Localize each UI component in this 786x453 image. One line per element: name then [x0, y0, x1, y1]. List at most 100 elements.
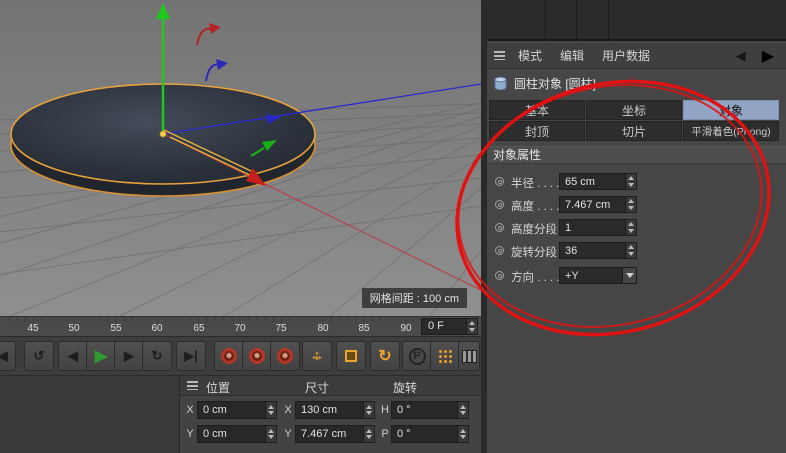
tab-coordinates[interactable]: 坐标 [586, 100, 682, 120]
field-label: 旋转分段 [511, 247, 557, 259]
rotation-p-input[interactable]: 0 ° [391, 425, 469, 443]
timeline-ruler[interactable]: 45 50 55 60 65 70 75 80 85 90 0 F [0, 316, 481, 337]
radius-value: 65 cm [565, 176, 595, 188]
orientation-dropdown[interactable]: +Y [559, 267, 637, 284]
history-forward-icon[interactable]: ▶ [754, 46, 786, 66]
table-icon [461, 349, 477, 363]
height-input[interactable]: 7.467 cm [559, 196, 637, 213]
cycle-range-button[interactable]: ↻ [142, 341, 172, 371]
stepper[interactable] [625, 220, 636, 235]
ruler-number: 90 [400, 323, 412, 334]
field-height: 高度 . . . . 7.467 cm [487, 195, 786, 215]
ruler-number: 55 [110, 323, 122, 334]
coordinates-row-y: Y 0 cm Y 7.467 cm P 0 ° [180, 425, 481, 444]
stepper[interactable] [457, 426, 468, 442]
section-object-properties: 对象属性 [487, 146, 786, 164]
height-value: 7.467 cm [565, 199, 611, 211]
goto-end-button[interactable]: ▶| [176, 341, 206, 371]
size-y-input[interactable]: 7.467 cm [295, 425, 375, 443]
current-frame-value: 0 F [428, 320, 444, 332]
record-rotation-button[interactable]: ↻ [370, 341, 400, 371]
ruler-number: 70 [234, 323, 246, 334]
rotation-h-input[interactable]: 0 ° [391, 401, 469, 419]
ruler-number: 60 [151, 323, 163, 334]
tab-phong[interactable]: 平滑着色(Phong) [683, 121, 779, 141]
grid-spacing-label: 网格间距 : 100 cm [361, 288, 467, 308]
viewport-3d[interactable]: 网格间距 : 100 cm [0, 0, 481, 316]
radius-input[interactable]: 65 cm [559, 173, 637, 190]
keyframe-dot-icon[interactable] [495, 271, 504, 280]
keyframe-dot-icon[interactable] [495, 177, 504, 186]
play-button[interactable]: ▶ [86, 341, 116, 371]
next-frame-icon: ▶ [124, 348, 134, 363]
tab-slice[interactable]: 切片 [586, 121, 682, 141]
goto-start-button[interactable]: |◀ [0, 341, 16, 371]
keyframe-selection-button[interactable] [270, 341, 300, 371]
content-browser-button[interactable] [458, 341, 480, 371]
axis-label: X [186, 404, 194, 416]
autokey-icon [249, 348, 265, 364]
field-label: 方向 . . . . [511, 272, 559, 284]
point-level-animation-button[interactable] [430, 341, 460, 371]
previous-frame-button[interactable]: ◀ [58, 341, 88, 371]
height-segments-input[interactable]: 1 [559, 219, 637, 236]
ruler-number: 75 [275, 323, 287, 334]
parameter-icon: P [408, 347, 426, 365]
object-manager-edge [487, 0, 786, 41]
record-scale-button[interactable] [336, 341, 366, 371]
keyframe-dot-icon[interactable] [495, 246, 504, 255]
play-backwards-icon: ↺ [33, 348, 45, 363]
autokey-button[interactable] [242, 341, 272, 371]
next-frame-button[interactable]: ▶ [114, 341, 144, 371]
record-parameter-button[interactable]: P [402, 341, 432, 371]
ruler-number: 45 [27, 323, 39, 334]
stepper[interactable] [363, 402, 374, 418]
frame-stepper[interactable] [466, 319, 477, 334]
keyframe-selection-icon [277, 348, 293, 364]
axis-label: Y [284, 428, 292, 440]
x-axis-line [162, 133, 481, 291]
record-position-button[interactable]: ↔ ↕ [302, 341, 332, 371]
current-frame-field[interactable]: 0 F [421, 318, 478, 335]
tab-basic[interactable]: 基本 [489, 100, 585, 120]
stepper[interactable] [625, 174, 636, 189]
record-keyframe-button[interactable] [214, 341, 244, 371]
stepper[interactable] [625, 243, 636, 258]
menu-edit[interactable]: 编辑 [551, 47, 593, 64]
axis-label: P [381, 428, 389, 440]
stepper[interactable] [457, 402, 468, 418]
scale-icon [345, 350, 357, 362]
play-backwards-button[interactable]: ↺ [24, 341, 54, 371]
tab-object[interactable]: 对象 [683, 100, 779, 120]
cylinder-icon [494, 76, 507, 91]
field-rotation-segments: 旋转分段 36 [487, 241, 786, 261]
keyframe-dot-icon[interactable] [495, 223, 504, 232]
position-y-input[interactable]: 0 cm [197, 425, 277, 443]
cycle-range-icon: ↻ [151, 348, 163, 363]
history-back-icon[interactable]: ◀ [728, 48, 754, 64]
rotate-icon: ↻ [378, 348, 392, 365]
panel-menu-icon[interactable] [187, 381, 198, 390]
menu-mode[interactable]: 模式 [509, 47, 551, 64]
keyframe-dot-icon[interactable] [495, 200, 504, 209]
ruler-tick-marks [8, 317, 418, 322]
field-height-segments: 高度分段 1 [487, 218, 786, 238]
ruler-number: 85 [358, 323, 370, 334]
panel-menu-icon[interactable] [494, 51, 505, 60]
dots-grid-icon [438, 349, 453, 364]
tab-caps[interactable]: 封顶 [489, 121, 585, 141]
stepper[interactable] [363, 426, 374, 442]
position-x-input[interactable]: 0 cm [197, 401, 277, 419]
stepper[interactable] [265, 426, 276, 442]
ruler-number: 50 [68, 323, 80, 334]
axis-label: X [284, 404, 292, 416]
move-icon: ↔ ↕ [309, 347, 325, 364]
stepper[interactable] [625, 197, 636, 212]
size-x-input[interactable]: 130 cm [295, 401, 375, 419]
rotation-segments-input[interactable]: 36 [559, 242, 637, 259]
y-axis-arrow [156, 3, 170, 19]
menu-user-data[interactable]: 用户数据 [593, 47, 659, 64]
viewport-canvas [0, 3, 481, 316]
stepper[interactable] [265, 402, 276, 418]
object-title: 圆柱对象 [圆柱] [514, 77, 597, 91]
